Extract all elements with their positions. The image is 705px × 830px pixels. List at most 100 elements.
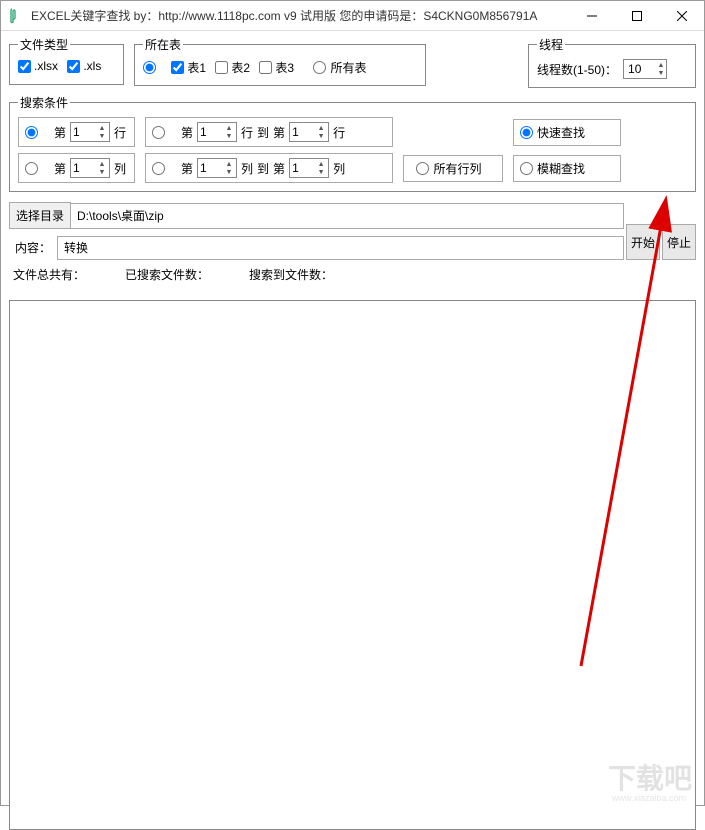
down-icon[interactable]: ▼ — [224, 168, 234, 176]
label-di-4: 第 — [54, 160, 66, 177]
col-from-spinner[interactable]: ▲▼ — [197, 158, 237, 178]
dir-input[interactable] — [71, 203, 624, 229]
content-input[interactable] — [57, 236, 624, 260]
file-type-legend: 文件类型 — [18, 36, 70, 53]
checkbox-sheet2-input[interactable] — [215, 61, 228, 74]
checkbox-sheet3-input[interactable] — [259, 61, 272, 74]
up-icon[interactable]: ▲ — [316, 160, 326, 168]
label-lie-3: 列 — [333, 160, 345, 177]
down-icon[interactable]: ▼ — [97, 132, 107, 140]
row-from-spinner[interactable]: ▲▼ — [197, 122, 237, 142]
radio-fast-search[interactable]: 快速查找 — [520, 124, 585, 141]
label-hang-1: 行 — [114, 124, 126, 141]
row-single-spinner[interactable]: ▲▼ — [70, 122, 110, 142]
up-icon[interactable]: ▲ — [224, 160, 234, 168]
fast-search-box: 快速查找 — [513, 119, 621, 146]
stats-row: 文件总共有： 已搜索文件数： 搜索到文件数： — [9, 260, 696, 289]
window-controls — [569, 1, 704, 30]
label-hang-2: 行 — [241, 124, 253, 141]
file-type-group: 文件类型 .xlsx .xls — [9, 36, 124, 85]
select-dir-button[interactable]: 选择目录 — [9, 202, 71, 229]
search-conditions-group: 搜索条件 第 ▲▼ 行 第 ▲▼ 行 到 第 ▲▼ 行 — [9, 94, 696, 192]
checkbox-xlsx[interactable]: .xlsx — [18, 59, 58, 73]
thread-legend: 线程 — [537, 36, 565, 53]
checkbox-sheet3[interactable]: 表3 — [259, 59, 294, 76]
window-title: EXCEL关键字查找 by：http://www.1118pc.com v9 试… — [31, 7, 569, 24]
radio-all-cols[interactable]: 所有行列 — [416, 160, 481, 177]
minimize-button[interactable] — [569, 1, 614, 30]
stat-searched: 已搜索文件数： — [125, 266, 209, 283]
thread-spinner[interactable]: ▲ ▼ — [623, 59, 667, 79]
all-cols-box: 所有行列 — [403, 155, 503, 182]
down-icon[interactable]: ▼ — [316, 132, 326, 140]
sheet-legend: 所在表 — [143, 36, 183, 53]
app-icon — [9, 8, 25, 24]
row-to-spinner[interactable]: ▲▼ — [289, 122, 329, 142]
label-lie-2: 列 — [241, 160, 253, 177]
label-di-6: 第 — [273, 160, 285, 177]
col-single-spinner[interactable]: ▲▼ — [70, 158, 110, 178]
maximize-button[interactable] — [614, 1, 659, 30]
checkbox-xls[interactable]: .xls — [67, 59, 101, 73]
watermark: 下载吧 — [608, 757, 692, 797]
watermark-sub: www.xiazaiba.com — [612, 793, 686, 803]
fuzzy-search-box: 模糊查找 — [513, 155, 621, 182]
down-icon[interactable]: ▼ — [97, 168, 107, 176]
down-icon[interactable]: ▼ — [316, 168, 326, 176]
col-range-box: 第 ▲▼ 列 到 第 ▲▼ 列 — [145, 153, 393, 183]
radio-col-single[interactable] — [25, 162, 42, 175]
results-area[interactable] — [9, 300, 696, 830]
checkbox-sheet1-input[interactable] — [171, 61, 184, 74]
checkbox-xls-input[interactable] — [67, 60, 80, 73]
label-dao-2: 到 — [257, 160, 269, 177]
radio-col-range[interactable] — [152, 162, 169, 175]
fast-search-label: 快速查找 — [537, 124, 585, 141]
col-to-spinner[interactable]: ▲▼ — [289, 158, 329, 178]
checkbox-xlsx-label: .xlsx — [34, 59, 58, 73]
checkbox-sheet1[interactable]: 表1 — [171, 59, 206, 76]
thread-input[interactable] — [624, 62, 650, 76]
checkbox-sheet2-label: 表2 — [231, 59, 250, 76]
sheet-group: 所在表 表1 表2 表3 所有表 — [134, 36, 426, 86]
thread-down-icon[interactable]: ▼ — [656, 69, 666, 77]
down-icon[interactable]: ▼ — [224, 132, 234, 140]
label-di-2: 第 — [181, 124, 193, 141]
thread-up-icon[interactable]: ▲ — [656, 61, 666, 69]
label-di-3: 第 — [273, 124, 285, 141]
stat-found: 搜索到文件数： — [249, 266, 333, 283]
label-dao-1: 到 — [257, 124, 269, 141]
checkbox-xlsx-input[interactable] — [18, 60, 31, 73]
up-icon[interactable]: ▲ — [97, 124, 107, 132]
close-button[interactable] — [659, 1, 704, 30]
label-lie-1: 列 — [114, 160, 126, 177]
radio-row-single[interactable] — [25, 126, 42, 139]
label-di-5: 第 — [181, 160, 193, 177]
checkbox-xls-label: .xls — [83, 59, 101, 73]
up-icon[interactable]: ▲ — [224, 124, 234, 132]
search-conditions-legend: 搜索条件 — [18, 94, 70, 111]
checkbox-sheet3-label: 表3 — [275, 59, 294, 76]
col-single-box: 第 ▲▼ 列 — [18, 153, 135, 183]
titlebar: EXCEL关键字查找 by：http://www.1118pc.com v9 试… — [1, 1, 704, 31]
radio-sheet-specific-input[interactable] — [143, 61, 156, 74]
label-di-1: 第 — [54, 124, 66, 141]
radio-fuzzy-search[interactable]: 模糊查找 — [520, 160, 585, 177]
fuzzy-search-label: 模糊查找 — [537, 160, 585, 177]
radio-all-sheets-label: 所有表 — [330, 59, 366, 76]
label-hang-3: 行 — [333, 124, 345, 141]
radio-row-range[interactable] — [152, 126, 169, 139]
checkbox-sheet1-label: 表1 — [187, 59, 206, 76]
thread-group: 线程 线程数(1-50)： ▲ ▼ — [528, 36, 696, 88]
radio-sheet-specific[interactable] — [143, 61, 160, 74]
row-single-box: 第 ▲▼ 行 — [18, 117, 135, 147]
checkbox-sheet2[interactable]: 表2 — [215, 59, 250, 76]
radio-all-sheets[interactable]: 所有表 — [313, 59, 366, 76]
up-icon[interactable]: ▲ — [316, 124, 326, 132]
thread-label: 线程数(1-50)： — [537, 61, 617, 78]
up-icon[interactable]: ▲ — [97, 160, 107, 168]
all-cols-label: 所有行列 — [433, 160, 481, 177]
stat-total: 文件总共有： — [13, 266, 85, 283]
stop-button[interactable]: 停止 — [662, 224, 696, 260]
start-button[interactable]: 开始 — [626, 224, 660, 260]
radio-all-sheets-input[interactable] — [313, 61, 326, 74]
